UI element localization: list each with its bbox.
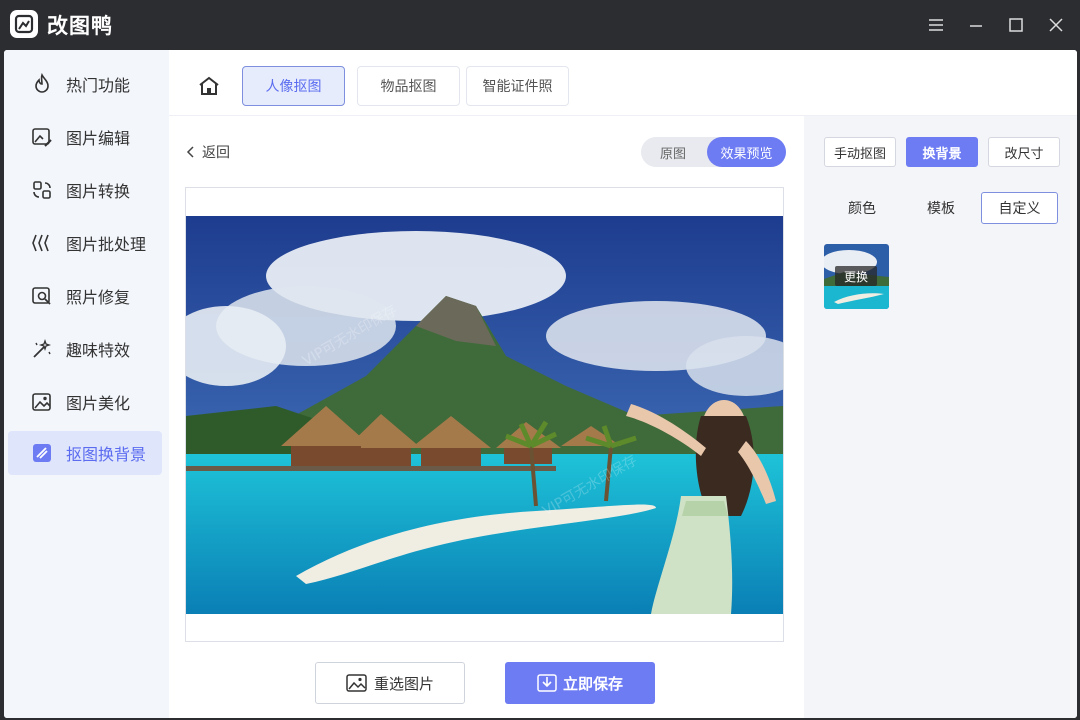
maximize-icon[interactable] <box>1001 10 1031 40</box>
minimize-icon[interactable] <box>961 10 991 40</box>
sidebar-item-label: 照片修复 <box>66 288 131 307</box>
sidebar: 热门功能 图片编辑 图片转换 图片批处理 照片修复 趣味特效 图片美化 抠图换背… <box>4 50 169 718</box>
app-title: 改图鸭 <box>47 14 113 38</box>
batch-icon <box>30 231 54 255</box>
background-thumbnail[interactable]: 更换 <box>824 244 889 309</box>
toggle-original[interactable]: 原图 <box>641 137 705 167</box>
top-tab-bar: 人像抠图 物品抠图 智能证件照 <box>169 50 1077 116</box>
change-background-button[interactable]: 换背景 <box>906 137 978 167</box>
photo-repair-icon <box>30 284 54 308</box>
image-icon <box>346 674 367 692</box>
reselect-label: 重选图片 <box>373 674 434 693</box>
close-icon[interactable] <box>1041 10 1071 40</box>
menu-icon[interactable] <box>921 10 951 40</box>
sidebar-item-fun-effects[interactable]: 趣味特效 <box>8 327 162 371</box>
home-icon[interactable] <box>194 72 224 100</box>
app-logo-icon <box>10 10 38 38</box>
download-icon <box>537 674 557 692</box>
tab-id-photo[interactable]: 智能证件照 <box>466 66 569 106</box>
magic-wand-icon <box>30 337 54 361</box>
sidebar-item-cutout[interactable]: 抠图换背景 <box>8 431 162 475</box>
sidebar-item-label: 趣味特效 <box>66 341 131 360</box>
right-panel: 手动抠图 换背景 改尺寸 颜色 模板 自定义 更换 <box>804 116 1077 718</box>
subtab-custom[interactable]: 自定义 <box>981 192 1058 224</box>
tab-portrait-cutout[interactable]: 人像抠图 <box>242 66 345 106</box>
manual-cutout-button[interactable]: 手动抠图 <box>824 137 896 167</box>
sidebar-item-label: 抠图换背景 <box>66 445 147 464</box>
view-toggle: 原图 效果预览 <box>641 137 786 167</box>
beautify-icon <box>30 390 54 414</box>
sidebar-item-label: 图片美化 <box>66 394 131 413</box>
save-now-button[interactable]: 立即保存 <box>505 662 655 704</box>
reselect-image-button[interactable]: 重选图片 <box>315 662 465 704</box>
app-window: 热门功能 图片编辑 图片转换 图片批处理 照片修复 趣味特效 图片美化 抠图换背… <box>4 50 1077 718</box>
sidebar-item-batch[interactable]: 图片批处理 <box>8 221 162 265</box>
sidebar-item-label: 图片转换 <box>66 182 131 201</box>
image-edit-icon <box>30 125 54 149</box>
convert-icon <box>30 178 54 202</box>
subtab-template[interactable]: 模板 <box>906 192 976 224</box>
back-label: 返回 <box>202 145 230 161</box>
sidebar-item-image-edit[interactable]: 图片编辑 <box>8 115 162 159</box>
chevron-left-icon <box>186 146 194 158</box>
subtab-color[interactable]: 颜色 <box>828 192 896 224</box>
back-button[interactable]: 返回 <box>186 142 230 162</box>
flame-icon <box>30 72 54 96</box>
sidebar-item-photo-repair[interactable]: 照片修复 <box>8 274 162 318</box>
cutout-icon <box>30 441 54 465</box>
sidebar-item-label: 图片批处理 <box>66 235 147 254</box>
sidebar-item-label: 热门功能 <box>66 76 131 95</box>
preview-photo[interactable]: VIP可无水印保存 VIP可无水印保存 <box>186 216 783 614</box>
sidebar-item-beautify[interactable]: 图片美化 <box>8 380 162 424</box>
sidebar-item-image-convert[interactable]: 图片转换 <box>8 168 162 212</box>
image-canvas: VIP可无水印保存 VIP可无水印保存 <box>185 187 784 642</box>
sidebar-item-label: 图片编辑 <box>66 129 131 148</box>
tab-object-cutout[interactable]: 物品抠图 <box>357 66 460 106</box>
toggle-preview[interactable]: 效果预览 <box>707 137 786 167</box>
save-label: 立即保存 <box>562 674 623 693</box>
title-bar: 改图鸭 <box>0 0 1080 50</box>
resize-button[interactable]: 改尺寸 <box>988 137 1060 167</box>
replace-badge[interactable]: 更换 <box>835 266 877 286</box>
main-editor: 返回 原图 效果预览 VIP可无水印保存 VIP可无水印保存 重选图片 立即保存 <box>169 116 804 718</box>
sidebar-item-hot-features[interactable]: 热门功能 <box>8 62 162 106</box>
